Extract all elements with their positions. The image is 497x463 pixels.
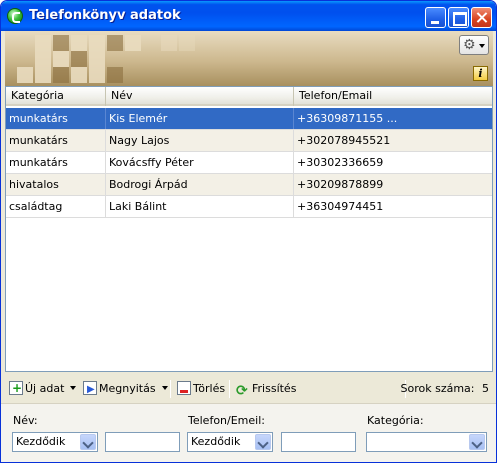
cell-name: Kovácsffy Péter (106, 152, 294, 173)
banner-decoration (53, 51, 69, 67)
name-match-value: Kezdődik (16, 435, 66, 448)
cell-name: Nagy Lajos (106, 130, 294, 151)
delete-document-icon (177, 381, 191, 395)
chevron-down-icon (479, 44, 485, 48)
window-title: Telefonkönyv adatok (29, 8, 181, 23)
banner-decoration (107, 35, 123, 51)
category-select[interactable] (366, 432, 487, 452)
main-window: Telefonkönyv adatok ⚙ i Kategória Név Te… (0, 0, 497, 463)
info-button[interactable]: i (473, 66, 488, 81)
cell-phone: +302078945521 (297, 134, 391, 147)
open-document-icon (83, 381, 97, 399)
refresh-button[interactable]: ⟳ Frissítés (236, 380, 296, 398)
new-document-icon (9, 379, 23, 397)
category-filter-label: Kategória: (367, 414, 424, 427)
table-header: Kategória Név Telefon/Email (6, 87, 492, 106)
table-row[interactable]: hivatalos Bodrogi Árpád +30209878899 (6, 174, 492, 196)
phone-filter-label: Telefon/Emeil: (188, 414, 265, 427)
cell-name: Bodrogi Árpád (106, 174, 294, 195)
banner-decoration (35, 35, 51, 51)
row-count-value: 5 (482, 382, 489, 395)
banner-decoration (71, 35, 87, 51)
table-row[interactable]: munkatárs Nagy Lajos +302078945521 (6, 130, 492, 152)
gear-icon: ⚙ (463, 37, 476, 53)
banner-decoration (53, 35, 69, 51)
contacts-table[interactable]: Kategória Név Telefon/Email munkatárs Ki… (5, 86, 493, 372)
banner-decoration (125, 35, 141, 51)
column-header-category[interactable]: Kategória (6, 87, 106, 106)
banner-decoration (89, 67, 105, 83)
cell-phone: +30302336659 (297, 156, 384, 169)
cell-phone: +36304974451 (297, 200, 384, 213)
app-icon (7, 8, 23, 24)
close-button[interactable] (471, 7, 492, 28)
banner-decoration (107, 67, 123, 83)
table-row[interactable]: munkatárs Kis Elemér +36309871155 ... (6, 108, 492, 130)
banner-decoration (17, 67, 33, 83)
chevron-down-icon[interactable] (70, 386, 77, 390)
banner-decoration (35, 67, 51, 83)
banner-decoration (35, 51, 51, 67)
toolbar-separator (229, 380, 230, 398)
name-filter-input[interactable] (105, 432, 180, 452)
refresh-icon: ⟳ (236, 383, 248, 399)
toolbar-separator (170, 380, 171, 398)
chevron-down-icon[interactable] (80, 434, 96, 450)
cell-phone: +36309871155 ... (297, 112, 398, 125)
refresh-label: Frissítés (252, 382, 297, 395)
cell-category: munkatárs (6, 130, 106, 151)
open-label: Megnyitás (99, 382, 156, 395)
phone-match-select[interactable]: Kezdődik (187, 432, 273, 452)
row-count-label: Sorok száma: (400, 382, 475, 395)
chevron-down-icon[interactable] (469, 434, 485, 450)
filter-panel: Név: Kezdődik Telefon/Emeil: Kezdődik Ka… (1, 403, 496, 462)
banner-decoration (161, 35, 177, 51)
banner-decoration (89, 51, 105, 67)
chevron-down-icon[interactable] (161, 386, 168, 390)
settings-button[interactable]: ⚙ (459, 35, 489, 55)
column-header-name[interactable]: Név (106, 87, 294, 106)
phone-match-value: Kezdődik (191, 435, 241, 448)
open-button[interactable]: Megnyitás (83, 380, 168, 399)
name-match-select[interactable]: Kezdődik (12, 432, 98, 452)
table-row[interactable]: munkatárs Kovácsffy Péter +30302336659 (6, 152, 492, 174)
action-toolbar: Új adat Megnyitás Törlés ⟳ Frissítés Soro… (5, 377, 493, 401)
delete-label: Törlés (193, 382, 226, 395)
minimize-button[interactable] (425, 7, 446, 28)
column-header-phone[interactable]: Telefon/Email (294, 87, 492, 106)
title-bar[interactable]: Telefonkönyv adatok (1, 1, 496, 31)
banner-decoration (179, 35, 195, 51)
row-count: Sorok száma: 5 (401, 380, 490, 398)
banner-decoration (89, 35, 105, 51)
chevron-down-icon[interactable] (255, 434, 271, 450)
table-row[interactable]: családtag Laki Bálint +36304974451 (6, 196, 492, 218)
new-record-button[interactable]: Új adat (9, 379, 77, 398)
cell-category: munkatárs (6, 108, 106, 129)
cell-category: hivatalos (6, 174, 106, 195)
banner-decoration (71, 51, 87, 67)
cell-name: Laki Bálint (106, 196, 294, 217)
cell-category: családtag (6, 196, 106, 217)
banner-decoration (53, 67, 69, 83)
maximize-button[interactable] (448, 7, 469, 28)
name-filter-label: Név: (13, 414, 38, 427)
cell-phone: +30209878899 (297, 178, 384, 191)
delete-button[interactable]: Törlés (177, 380, 225, 398)
banner-decoration (71, 67, 87, 83)
new-record-label: Új adat (25, 382, 65, 395)
phone-filter-input[interactable] (281, 432, 356, 452)
cell-category: munkatárs (6, 152, 106, 173)
cell-name: Kis Elemér (106, 108, 294, 129)
header-banner: ⚙ i (5, 31, 493, 86)
